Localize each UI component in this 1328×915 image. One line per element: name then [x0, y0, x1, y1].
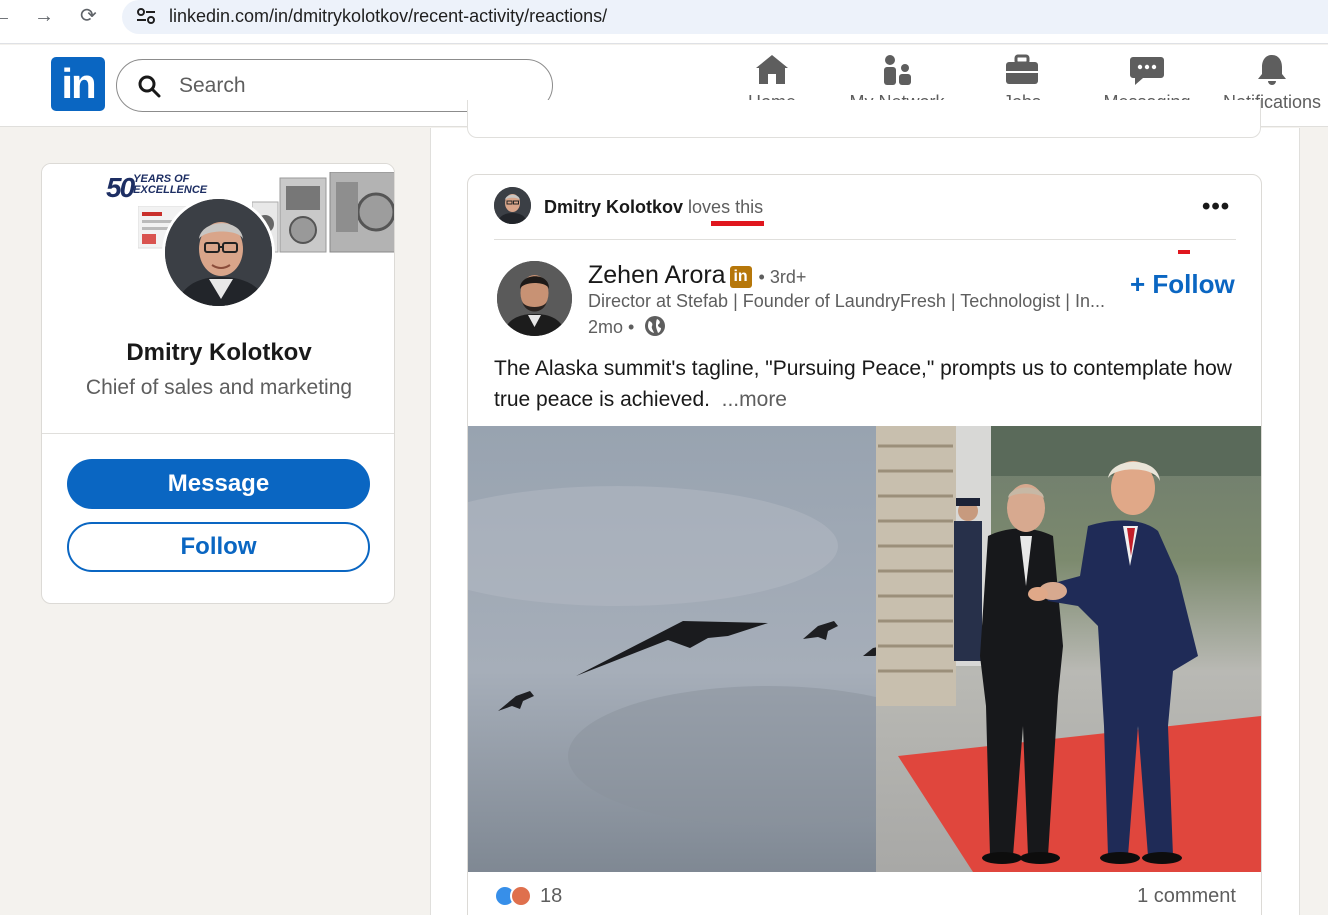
activity-header: Dmitry Kolotkov loves this ••• — [494, 187, 1236, 227]
actor-avatar[interactable] — [494, 187, 531, 224]
activity-text: Dmitry Kolotkov loves this — [544, 197, 763, 218]
bell-icon — [1258, 55, 1286, 85]
connection-degree: • 3rd+ — [758, 267, 807, 287]
briefcase-icon — [1006, 54, 1038, 84]
reload-icon[interactable]: ⟳ — [80, 4, 97, 28]
more-options-icon[interactable]: ••• — [1202, 195, 1230, 219]
author-name-line: Zehen Arora in • 3rd+ — [588, 261, 806, 290]
reaction-count: 18 — [540, 885, 563, 907]
author-avatar[interactable] — [497, 261, 572, 336]
actor-suffix: this — [735, 197, 764, 217]
back-icon[interactable]: ← — [0, 4, 12, 28]
people-icon — [884, 55, 911, 85]
post-time: 2mo • — [588, 317, 635, 337]
see-more-link[interactable]: ...more — [722, 388, 787, 411]
post-card: Dmitry Kolotkov loves this ••• Zehen Aro… — [467, 174, 1262, 915]
profile-avatar[interactable] — [162, 196, 275, 309]
post-text: The Alaska summit's tagline, "Pursuing P… — [494, 353, 1234, 415]
actor-name[interactable]: Dmitry Kolotkov — [544, 197, 683, 217]
previous-post-card — [467, 100, 1261, 138]
author-headline: Director at Stefab | Founder of LaundryF… — [588, 291, 1105, 311]
author-name[interactable]: Zehen Arora — [588, 261, 726, 289]
profile-name[interactable]: Dmitry Kolotkov — [42, 339, 394, 367]
premium-badge-icon: in — [729, 266, 752, 288]
search-input[interactable] — [179, 70, 529, 102]
banner-anniversary-badge: 50YEARS OF EXCELLENCE — [106, 172, 208, 203]
highlight-underline — [711, 221, 764, 226]
message-button[interactable]: Message — [67, 459, 370, 509]
url-text[interactable]: linkedin.com/in/dmitrykolotkov/recent-ac… — [169, 6, 607, 27]
search-icon — [138, 75, 161, 98]
messaging-icon — [1130, 57, 1164, 85]
post-divider — [494, 239, 1236, 240]
highlight-mark — [1178, 250, 1190, 254]
profile-divider — [42, 433, 394, 434]
author-follow-button[interactable]: + Follow — [1130, 269, 1235, 300]
comment-count[interactable]: 1 comment — [1137, 885, 1236, 908]
profile-headline: Chief of sales and marketing — [85, 376, 353, 399]
actor-verb: loves — [688, 197, 731, 217]
profile-follow-button[interactable]: Follow — [67, 522, 370, 572]
site-info-icon[interactable] — [136, 7, 156, 25]
browser-toolbar: ← → ⟳ linkedin.com/in/dmitrykolotkov/rec… — [0, 0, 1328, 44]
profile-card: 50YEARS OF EXCELLENCE Dmitry Kolotkov Ch… — [41, 163, 395, 604]
post-image[interactable] — [468, 426, 1261, 872]
love-reaction-icon — [510, 885, 532, 907]
forward-icon[interactable]: → — [34, 4, 54, 28]
profile-banner: 50YEARS OF EXCELLENCE — [42, 164, 394, 309]
linkedin-logo[interactable]: in — [51, 57, 105, 111]
home-icon — [756, 55, 788, 84]
post-body: The Alaska summit's tagline, "Pursuing P… — [494, 357, 1232, 411]
globe-icon — [645, 316, 665, 336]
